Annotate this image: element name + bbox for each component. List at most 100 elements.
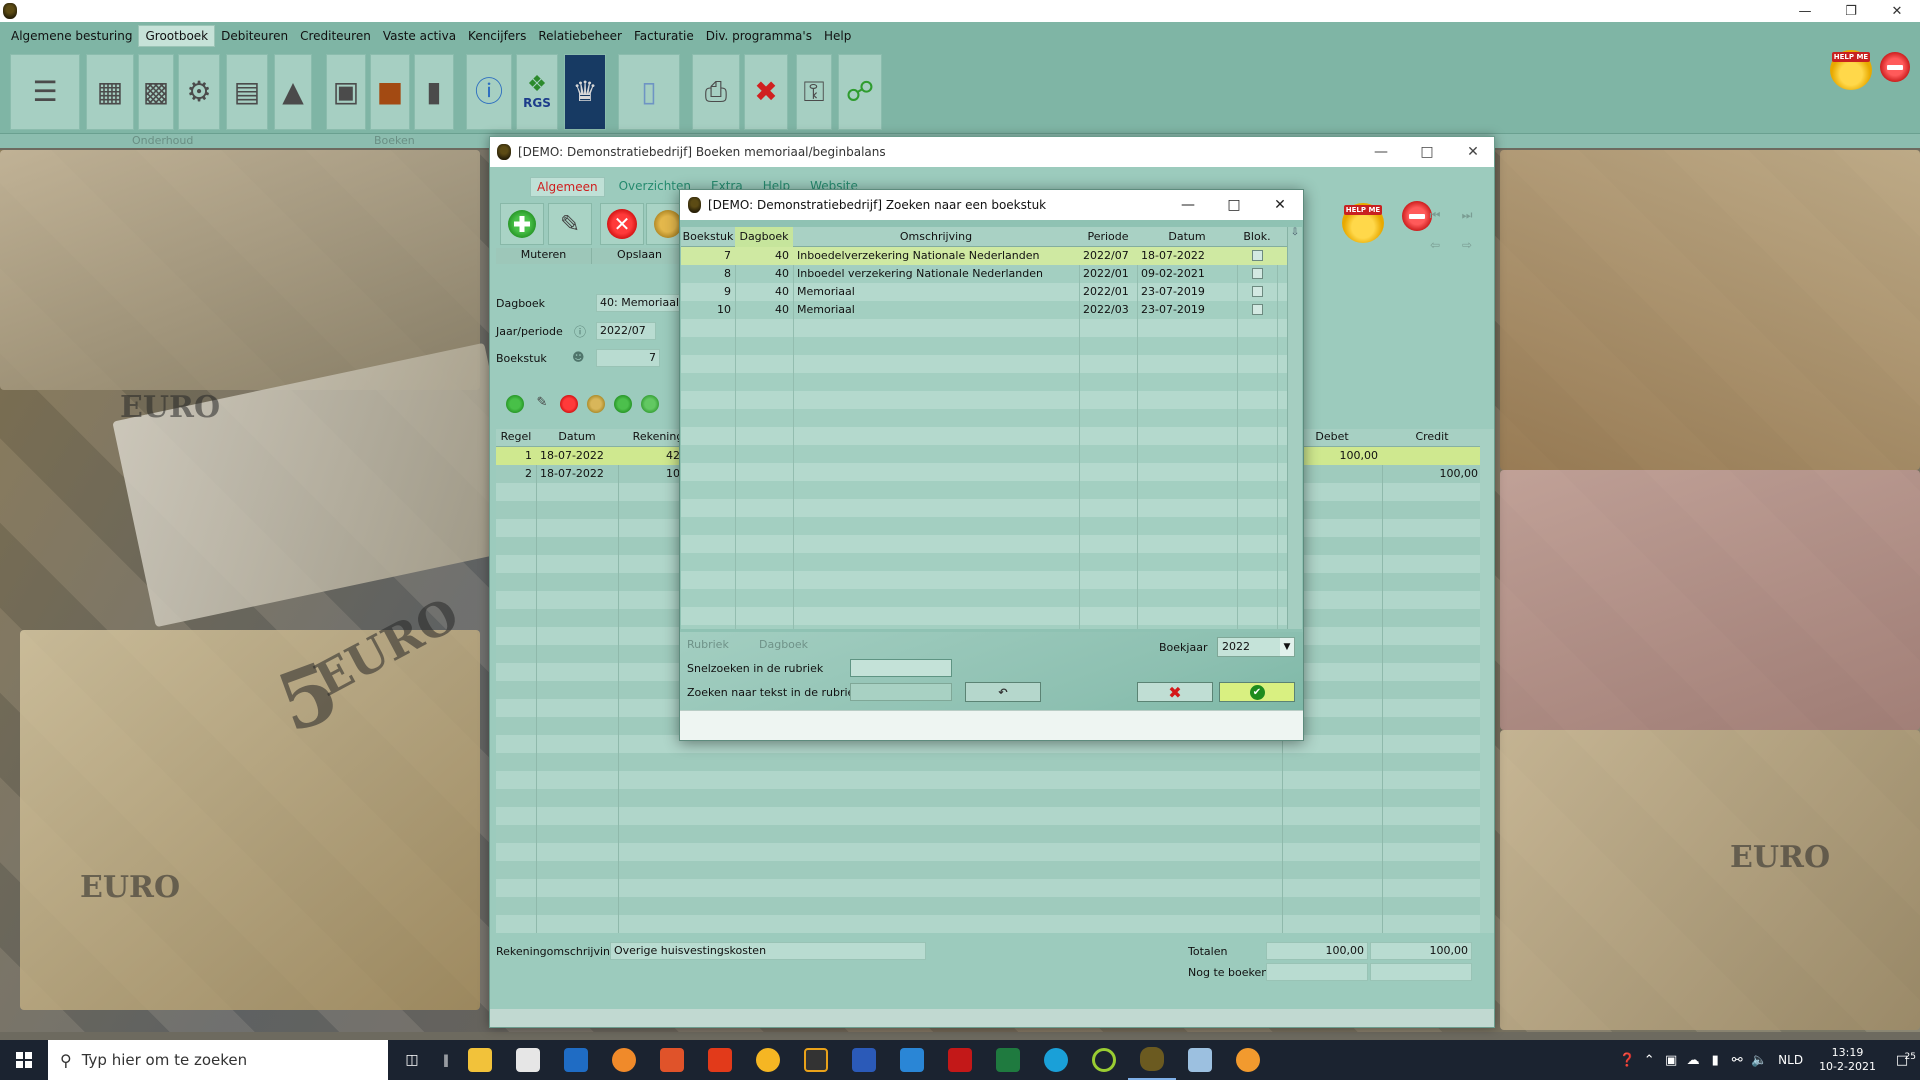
start-button[interactable] — [0, 1040, 48, 1080]
column-header-blok[interactable]: Blok. — [1237, 230, 1277, 243]
maximize-icon[interactable]: □ — [1211, 190, 1257, 220]
add-button[interactable] — [500, 203, 544, 245]
cancel-button[interactable]: ✕ — [600, 203, 644, 245]
task-view-icon[interactable]: ◫ — [388, 1040, 436, 1080]
print-button[interactable]: ⎙ — [692, 54, 740, 130]
menu-item-2[interactable]: Debiteuren — [215, 26, 294, 46]
last-record-icon[interactable]: ⏭ — [1452, 203, 1482, 227]
cancel-button[interactable]: ✖ — [1137, 682, 1213, 702]
column-header-periode[interactable]: Periode — [1079, 230, 1137, 243]
battery-icon[interactable]: ▮ — [1704, 1053, 1726, 1068]
clock[interactable]: 13:19 10-2-2021 — [1811, 1046, 1884, 1075]
delete-row-icon[interactable] — [560, 395, 578, 413]
minimize-icon[interactable]: — — [1358, 137, 1404, 167]
store-icon[interactable] — [504, 1040, 552, 1080]
menu-item-3[interactable]: Crediteuren — [294, 26, 377, 46]
rubriek-label[interactable]: Rubriek — [687, 638, 729, 651]
file-explorer-icon[interactable] — [456, 1040, 504, 1080]
cloud-icon[interactable]: ☁ — [1682, 1053, 1704, 1068]
word-icon[interactable] — [840, 1040, 888, 1080]
filezilla-icon[interactable] — [936, 1040, 984, 1080]
safe-button[interactable]: ▣ — [326, 54, 366, 130]
app-yellow-icon[interactable] — [744, 1040, 792, 1080]
menu-item-8[interactable]: Div. programma's — [700, 26, 818, 46]
refresh-row-icon[interactable] — [641, 395, 659, 413]
minimize-icon[interactable]: — — [1782, 0, 1828, 22]
info-icon[interactable]: ⓘ — [574, 323, 586, 340]
app-pale-icon[interactable] — [1176, 1040, 1224, 1080]
ok-button[interactable]: ✔ — [1219, 682, 1295, 702]
table-row[interactable]: 8 40 Inboedel verzekering Nationale Nederl… — [681, 265, 1287, 283]
confirm-row-icon[interactable] — [587, 395, 605, 413]
help-me-button[interactable]: HELP ME — [1830, 50, 1872, 90]
next-record-icon[interactable]: ⇨ — [1452, 233, 1482, 257]
restore-icon[interactable]: ❐ — [1828, 0, 1874, 22]
speaker-icon[interactable]: 🔈 — [1748, 1053, 1770, 1068]
prev-record-icon[interactable]: ⇦ — [1420, 233, 1450, 257]
settings-button[interactable]: ⚙ — [178, 54, 220, 130]
key-button[interactable]: ⚿ — [796, 54, 832, 130]
close-icon[interactable]: ✕ — [1257, 190, 1303, 220]
language-indicator[interactable]: NLD — [1770, 1053, 1811, 1067]
zoeken-tekst-input[interactable] — [850, 683, 952, 701]
table-row[interactable]: 9 40 Memoriaal 2022/01 23-07-2019 — [681, 283, 1287, 301]
outlook-icon[interactable] — [552, 1040, 600, 1080]
maximize-icon[interactable]: □ — [1404, 137, 1450, 167]
close-icon[interactable]: ✕ — [1874, 0, 1920, 22]
table-row[interactable]: 10 40 Memoriaal 2022/03 23-07-2019 — [681, 301, 1287, 319]
blok-checkbox[interactable] — [1252, 286, 1263, 297]
app-red-icon[interactable] — [648, 1040, 696, 1080]
notification-icon[interactable]: □ 25 — [1884, 1052, 1920, 1068]
boekstuk-scrollbar[interactable]: ⇩ — [1287, 227, 1302, 629]
weights-button[interactable]: ▲ — [274, 54, 312, 130]
excel-icon[interactable] — [984, 1040, 1032, 1080]
edit-row-icon[interactable]: ✎ — [533, 395, 551, 413]
column-header-dagboek[interactable]: Dagboek — [735, 227, 793, 247]
person-icon[interactable]: ☻ — [572, 350, 585, 364]
minimize-icon[interactable]: — — [1165, 190, 1211, 220]
info-button[interactable]: ⓘ — [466, 54, 512, 130]
tools-button[interactable]: ☍ — [838, 54, 882, 130]
menu-item-6[interactable]: Relatiebeheer — [532, 26, 628, 46]
dagboek-field[interactable]: 40: Memoriaal — [596, 294, 686, 312]
first-record-icon[interactable]: ⏮ — [1420, 203, 1450, 227]
ledger-button[interactable]: ▦ — [86, 54, 134, 130]
tab-0[interactable]: Algemeen — [530, 177, 605, 197]
column-header-credit[interactable]: Credit — [1382, 430, 1482, 443]
blok-checkbox[interactable] — [1252, 268, 1263, 279]
tray-app-icon[interactable]: ▣ — [1660, 1053, 1682, 1068]
column-header-datum[interactable]: Datum — [536, 430, 618, 443]
app-dark-icon[interactable] — [792, 1040, 840, 1080]
rgs-button[interactable]: ❖ RGS — [516, 54, 558, 130]
search-go-button[interactable]: ↶ — [965, 682, 1041, 702]
entries-scrollbar[interactable] — [1480, 429, 1494, 933]
table-row[interactable]: 7 40 Inboedelverzekering Nationale Nederla… — [681, 247, 1287, 265]
dagboek-filter-label[interactable]: Dagboek — [759, 638, 808, 651]
blok-checkbox[interactable] — [1252, 250, 1263, 261]
column-header-boekstuk[interactable]: Boekstuk — [681, 230, 735, 243]
edit-button[interactable]: ✎ — [548, 203, 592, 245]
usb-icon[interactable]: ⚯ — [1726, 1053, 1748, 1068]
column-chooser-icon[interactable]: ⇩ — [1288, 227, 1302, 247]
app-green-ring-icon[interactable] — [1080, 1040, 1128, 1080]
taskbar-search[interactable]: ⚲ Typ hier om te zoeken — [48, 1040, 388, 1080]
menu-item-4[interactable]: Vaste activa — [377, 26, 462, 46]
app-orange-icon[interactable] — [600, 1040, 648, 1080]
chevron-up-icon[interactable]: ⌃ — [1638, 1053, 1660, 1068]
menu-item-1[interactable]: Grootboek — [138, 25, 216, 47]
help-icon[interactable]: ❓ — [1616, 1053, 1638, 1068]
stop-button[interactable] — [1880, 52, 1910, 82]
grid-list-button[interactable]: ☰ — [10, 54, 80, 130]
close-icon[interactable]: ✕ — [1450, 137, 1496, 167]
jaar-periode-field[interactable]: 2022/07 — [596, 322, 656, 340]
check-row-icon[interactable] — [614, 395, 632, 413]
government-button[interactable]: ♛ — [564, 54, 606, 130]
edge-icon[interactable] — [1032, 1040, 1080, 1080]
binder-button[interactable]: ▮ — [414, 54, 454, 130]
accounting-app-icon[interactable] — [1128, 1040, 1176, 1080]
add-row-icon[interactable] — [506, 395, 524, 413]
delete-scales-button[interactable]: ✖ — [744, 54, 788, 130]
menu-item-0[interactable]: Algemene besturing — [5, 26, 138, 46]
column-header-regel[interactable]: Regel — [496, 430, 536, 443]
boekstuk-field[interactable]: 7 — [596, 349, 660, 367]
